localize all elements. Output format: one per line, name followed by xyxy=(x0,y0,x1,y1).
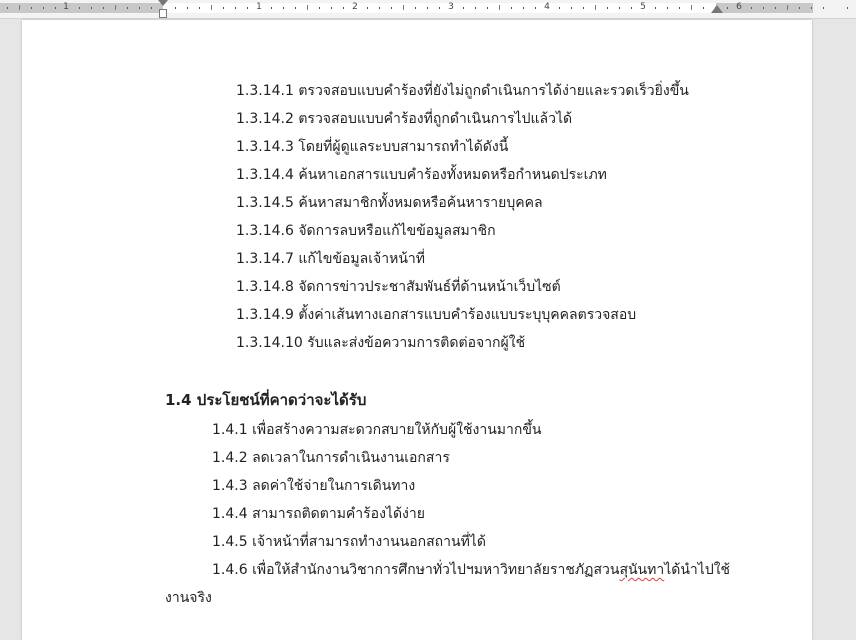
ruler-tick xyxy=(79,7,80,9)
ruler-tick xyxy=(583,7,584,9)
ruler-tick xyxy=(619,7,620,9)
ruler-tick xyxy=(631,7,632,9)
list-item: 1.4.6 เพื่อให้สำนักงานวิชาการศึกษาทั่วไป… xyxy=(212,561,730,579)
benefit-text: 1.4.6 เพื่อให้สำนักงานวิชาการศึกษาทั่วไป… xyxy=(212,562,620,578)
ruler-tick xyxy=(247,7,248,9)
ruler-tick xyxy=(331,7,332,9)
horizontal-ruler[interactable]: 1 1 2 3 4 5 6 xyxy=(0,0,856,19)
ruler-tick xyxy=(475,7,476,9)
ruler-tick xyxy=(799,7,800,9)
benefit-text: ได้นำไปใช้ xyxy=(664,562,731,578)
ruler-tick xyxy=(823,7,824,9)
ruler-tick xyxy=(295,7,296,9)
list-item: 1.3.14.7 แก้ไขข้อมูลเจ้าหน้าที่ xyxy=(236,251,425,267)
ruler-number: 6 xyxy=(736,2,742,12)
ruler-tick xyxy=(139,7,140,9)
ruler-tick xyxy=(691,5,692,10)
ruler-tick xyxy=(511,7,512,9)
list-item: 1.3.14.1 ตรวจสอบแบบคำร้องที่ยังไม่ถูกดำเ… xyxy=(236,83,689,99)
list-item: 1.3.14.5 ค้นหาสมาชิกทั้งหมดหรือค้นหารายบ… xyxy=(236,195,543,211)
list-item: 1.3.14.2 ตรวจสอบแบบคำร้องที่ถูกดำเนินการ… xyxy=(236,111,573,127)
ruler-tick xyxy=(223,7,224,9)
list-item: 1.4.1 เพื่อสร้างความสะดวกสบายให้กับผู้ใช… xyxy=(212,422,542,438)
ruler-tick xyxy=(703,7,704,9)
ruler-tick xyxy=(283,7,284,9)
ruler-tick xyxy=(187,7,188,9)
list-item: 1.3.14.10 รับและส่งข้อความการติดต่อจากผู… xyxy=(236,335,526,351)
ruler-tick xyxy=(523,7,524,9)
ruler-tick xyxy=(571,7,572,9)
ruler-tick xyxy=(559,7,560,9)
list-item-continuation: งานจริง xyxy=(165,590,212,606)
ruler-number: 3 xyxy=(448,2,454,12)
ruler-tick xyxy=(439,7,440,9)
ruler-tick xyxy=(391,7,392,9)
first-line-indent-marker[interactable] xyxy=(158,0,168,6)
ruler-tick xyxy=(787,5,788,10)
ruler-tick xyxy=(211,5,212,10)
ruler-tick xyxy=(415,7,416,9)
ruler-tick xyxy=(535,7,536,9)
ruler-number: 2 xyxy=(352,2,358,12)
ruler-tick xyxy=(175,7,176,9)
left-indent-marker[interactable] xyxy=(159,9,167,18)
ruler-tick xyxy=(19,5,20,10)
list-item: 1.4.3 ลดค่าใช้จ่ายในการเดินทาง xyxy=(212,478,416,494)
list-item: 1.4.5 เจ้าหน้าที่สามารถทำงานนอกสถานที่ได… xyxy=(212,534,486,550)
ruler-tick xyxy=(607,7,608,9)
ruler-number: 1 xyxy=(63,2,69,12)
ruler-tick xyxy=(775,7,776,9)
ruler-tick xyxy=(847,7,848,9)
ruler-tick xyxy=(463,7,464,9)
ruler-tick xyxy=(427,7,428,9)
right-indent-marker[interactable] xyxy=(711,5,723,13)
ruler-tick xyxy=(103,7,104,9)
ruler-tick xyxy=(367,7,368,9)
ruler-tick xyxy=(127,7,128,9)
ruler-tick xyxy=(271,7,272,9)
ruler-tick xyxy=(55,7,56,9)
ruler-number: 4 xyxy=(544,2,550,12)
ruler-tick xyxy=(751,7,752,9)
ruler-tick xyxy=(43,7,44,9)
list-item: 1.3.14.3 โดยที่ผู้ดูแลระบบสามารถทำได้ดัง… xyxy=(236,139,509,155)
section-heading: 1.4 ประโยชน์ที่คาดว่าจะได้รับ xyxy=(165,391,367,409)
ruler-tick xyxy=(403,5,404,10)
ruler-tick xyxy=(727,7,728,9)
ruler-tick xyxy=(487,7,488,9)
list-item: 1.4.2 ลดเวลาในการดำเนินงานเอกสาร xyxy=(212,450,450,466)
ruler-tick xyxy=(319,7,320,9)
ruler-number: 5 xyxy=(640,2,646,12)
ruler-tick xyxy=(7,7,8,9)
list-item: 1.4.4 สามารถติดตามคำร้องได้ง่าย xyxy=(212,506,425,522)
ruler-number: 1 xyxy=(256,2,262,12)
ruler-tick xyxy=(379,7,380,9)
list-item: 1.3.14.6 จัดการลบหรือแก้ไขข้อมูลสมาชิก xyxy=(236,223,496,239)
ruler-tick xyxy=(811,7,812,9)
ruler-tick xyxy=(235,7,236,9)
ruler-tick xyxy=(763,7,764,9)
ruler-tick xyxy=(499,5,500,10)
ruler-tick xyxy=(115,5,116,10)
ruler-tick xyxy=(31,7,32,9)
ruler-tick xyxy=(595,5,596,10)
ruler-tick xyxy=(343,7,344,9)
ruler-tick xyxy=(667,7,668,9)
document-page[interactable]: 1.3.14.1 ตรวจสอบแบบคำร้องที่ยังไม่ถูกดำเ… xyxy=(22,20,812,640)
ruler-tick xyxy=(199,7,200,9)
ruler-tick xyxy=(91,7,92,9)
ruler-tick xyxy=(679,7,680,9)
ruler-tick xyxy=(307,5,308,10)
ruler-tick xyxy=(655,7,656,9)
ruler-tick xyxy=(151,7,152,9)
spelling-error-word[interactable]: สุนันทา xyxy=(619,562,664,578)
list-item: 1.3.14.9 ตั้งค่าเส้นทางเอกสารแบบคำร้องแบ… xyxy=(236,307,637,323)
list-item: 1.3.14.8 จัดการข่าวประชาสัมพันธ์ที่ด้านห… xyxy=(236,279,561,295)
list-item: 1.3.14.4 ค้นหาเอกสารแบบคำร้องทั้งหมดหรือ… xyxy=(236,167,607,183)
